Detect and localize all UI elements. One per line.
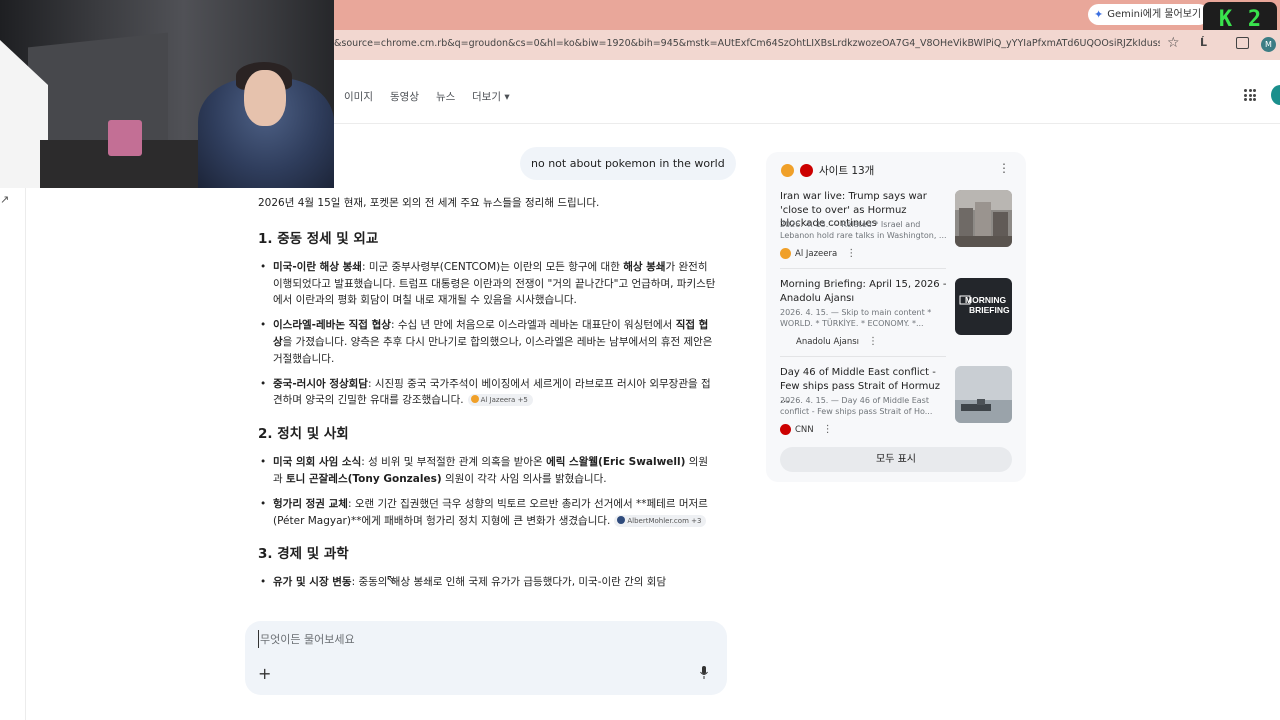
- section-list: 미국 의회 사임 소식: 성 비위 및 부적절한 관계 의혹을 받아온 에릭 스…: [258, 454, 716, 529]
- list-item: 유가 및 시장 변동: 중동의 해상 봉쇄로 인해 국제 유가가 급등했다가, …: [258, 574, 716, 591]
- aljazeera-logo-icon: [781, 163, 794, 177]
- left-divider: [25, 188, 26, 720]
- list-item: 미국 의회 사임 소식: 성 비위 및 부적절한 관계 의혹을 받아온 에릭 스…: [258, 454, 716, 488]
- list-item: 이스라엘-레바논 직접 협상: 수십 년 만에 처음으로 이스라엘과 레바논 대…: [258, 317, 716, 367]
- source-snippet: 2026. 4. 15. — Day 46 of Middle East con…: [780, 396, 933, 416]
- list-item: 헝가리 정권 교체: 오랜 기간 집권했던 극우 성향의 빅토르 오르반 총리가…: [258, 496, 716, 530]
- plus-icon[interactable]: +: [258, 664, 271, 683]
- more-options-icon[interactable]: ⋮: [846, 248, 856, 259]
- list-item: 중국-러시아 정상회담: 시진핑 중국 국가주석이 베이징에서 세르게이 라브로…: [258, 376, 716, 410]
- bookmark-star-icon[interactable]: ☆: [1167, 35, 1180, 51]
- section-list: 미국-이란 해상 봉쇄: 미군 중부사령부(CENTCOM)는 이란의 모든 항…: [258, 259, 716, 409]
- source-chip[interactable]: Al Jazeera +5: [467, 394, 533, 407]
- ai-answer: 2026년 4월 15일 현재, 포켓몬 외의 전 세계 주요 뉴스들을 정리해…: [258, 195, 716, 615]
- tab-more[interactable]: 더보기 ▾: [472, 89, 510, 104]
- source-snippet: 2026. 4. 15. — Skip to main content * WO…: [780, 308, 932, 328]
- list-item: 미국-이란 해상 봉쇄: 미군 중부사령부(CENTCOM)는 이란의 모든 항…: [258, 259, 716, 309]
- section-heading: 1. 중동 정세 및 외교: [258, 230, 379, 247]
- source-title[interactable]: Morning Briefing: April 15, 2026 - Anado…: [780, 278, 950, 305]
- tab-news[interactable]: 뉴스: [436, 89, 455, 104]
- sources-header[interactable]: 사이트 13개: [781, 162, 874, 178]
- svg-text:MORNING: MORNING: [965, 295, 1006, 305]
- tab-images[interactable]: 이미지: [344, 89, 373, 104]
- answer-intro: 2026년 4월 15일 현재, 포켓몬 외의 전 세계 주요 뉴스들을 정리해…: [258, 197, 600, 209]
- source-thumbnail: MORNING BRIEFING: [955, 278, 1012, 335]
- source-thumbnail: [955, 190, 1012, 247]
- translate-icon[interactable]: Ĺ: [1200, 36, 1207, 49]
- svg-text:BRIEFING: BRIEFING: [969, 305, 1010, 315]
- extensions-icon[interactable]: [1236, 37, 1249, 49]
- sources-panel: 사이트 13개 ⋮ Iran war live: Trump says war …: [766, 152, 1026, 482]
- source-snippet: 2026. 4. 15. — Related * Israel and Leba…: [780, 220, 947, 240]
- prompt-box: +: [245, 621, 727, 695]
- prompt-input[interactable]: [258, 630, 688, 648]
- google-apps-icon[interactable]: [1244, 89, 1256, 101]
- section-list: 유가 및 시장 변동: 중동의 해상 봉쇄로 인해 국제 유가가 급등했다가, …: [258, 574, 716, 591]
- section-heading: 3. 경제 및 과학: [258, 546, 349, 563]
- ask-gemini-button[interactable]: ✦ Gemini에게 물어보기: [1088, 4, 1210, 25]
- more-options-icon[interactable]: ⋮: [823, 424, 833, 435]
- gemini-sparkle-icon: ✦: [1094, 8, 1104, 21]
- aljazeera-logo-icon: [470, 395, 479, 404]
- more-options-icon[interactable]: ⋮: [868, 336, 878, 347]
- ask-gemini-label: Gemini에게 물어보기: [1107, 9, 1202, 20]
- microphone-icon[interactable]: [700, 666, 708, 679]
- tab-videos[interactable]: 동영상: [390, 89, 419, 104]
- show-all-button[interactable]: 모두 표시: [780, 447, 1012, 472]
- share-arrow-icon[interactable]: ↗: [0, 193, 9, 206]
- url-field[interactable]: &source=chrome.cm.rb&q=groudon&cs=0&hl=k…: [334, 38, 1160, 49]
- source-thumbnail: [955, 366, 1012, 423]
- cnn-logo-icon: [800, 163, 813, 177]
- more-options-icon[interactable]: ⋮: [998, 161, 1010, 175]
- cnn-logo-icon: [780, 424, 791, 435]
- mouse-cursor-icon: ⇖: [386, 572, 397, 586]
- source-publisher: CNN ⋮: [780, 424, 833, 435]
- user-message-bubble: no not about pokemon in the world: [520, 147, 736, 180]
- source-publisher: Al Jazeera ⋮: [780, 248, 856, 259]
- aljazeera-logo-icon: [780, 248, 791, 259]
- sources-count: 사이트 13개: [819, 164, 875, 177]
- webcam-overlay: [0, 0, 334, 188]
- profile-icon[interactable]: M: [1261, 37, 1276, 52]
- site-logo-icon: [617, 515, 626, 524]
- section-heading: 2. 정치 및 사회: [258, 426, 349, 443]
- source-publisher: Anadolu Ajansı ⋮: [796, 336, 879, 347]
- source-chip[interactable]: AlbertMohler.com +3: [614, 514, 707, 527]
